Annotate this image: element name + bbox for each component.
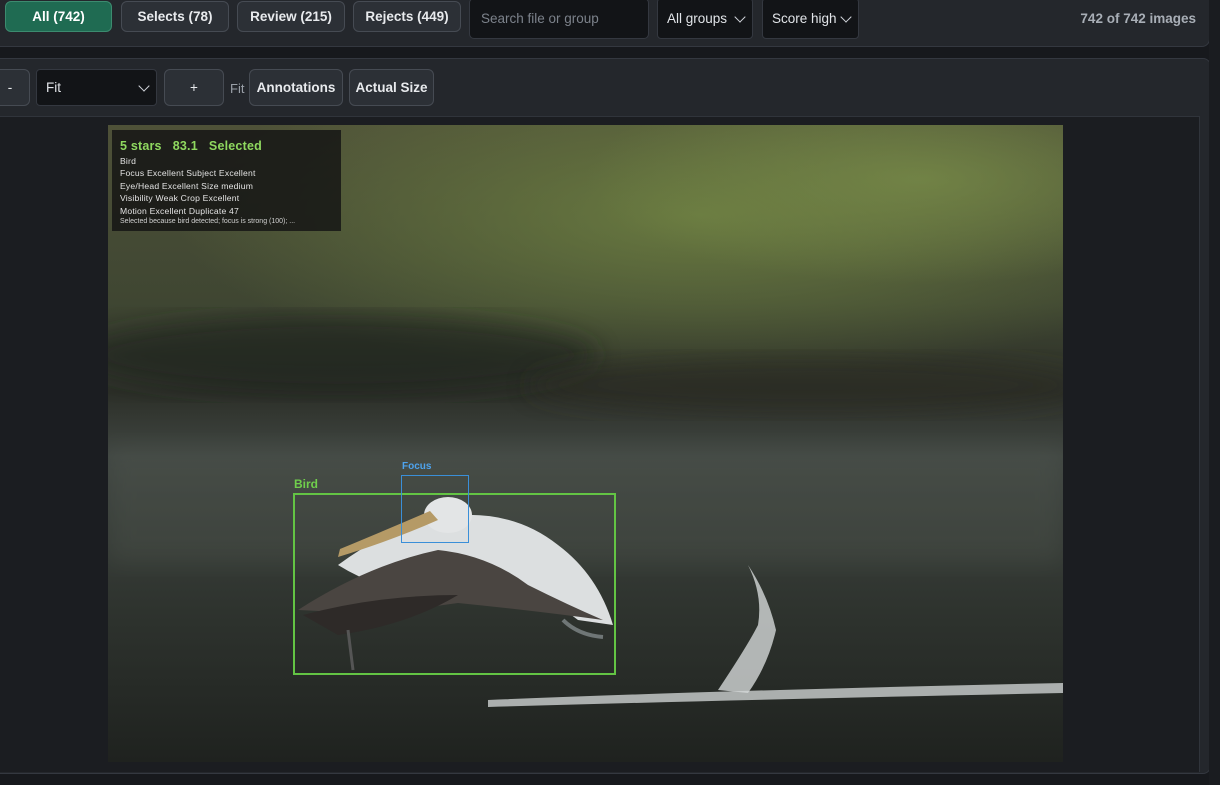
star-rating: 5 stars [120, 139, 162, 153]
actual-size-button[interactable]: Actual Size [349, 69, 434, 106]
zoom-in-button[interactable]: + [164, 69, 224, 106]
scrollbar[interactable] [1209, 0, 1220, 785]
zoom-state-label: Fit [230, 81, 245, 96]
sort-select-value: Score high [772, 11, 837, 26]
zoom-select[interactable]: Fit [36, 69, 157, 106]
tab-rejects[interactable]: Rejects (449) [353, 1, 461, 32]
zoom-out-button[interactable]: - [0, 69, 30, 106]
chevron-down-icon [840, 11, 852, 23]
tab-review[interactable]: Review (215) [237, 1, 345, 32]
eye-line: Eye/Head Excellent Size medium [120, 181, 254, 191]
status-badge: Selected [208, 139, 262, 153]
sort-select[interactable]: Score high [762, 0, 859, 39]
focus-box-label: Focus [402, 461, 432, 472]
chevron-down-icon [138, 80, 150, 92]
subject-line: Bird [120, 156, 137, 166]
photo[interactable]: 5 stars 83.1 Selected Bird Focus Excelle… [108, 125, 1063, 762]
focus-bounding-box [401, 475, 469, 543]
tab-all[interactable]: All (742) [5, 1, 112, 32]
search-input[interactable]: Search file or group [469, 0, 649, 39]
tab-selects[interactable]: Selects (78) [121, 1, 229, 32]
score-value: 83.1 [172, 139, 198, 153]
motion-line: Motion Excellent Duplicate 47 [120, 206, 240, 216]
focus-line: Focus Excellent Subject Excellent [120, 168, 256, 178]
annotations-button[interactable]: Annotations [249, 69, 343, 106]
selection-reason: Selected because bird detected; focus is… [120, 218, 296, 225]
group-select[interactable]: All groups [657, 0, 753, 39]
visibility-line: Visibility Weak Crop Excellent [120, 193, 240, 203]
annotation-summary: 5 stars 83.1 Selected Bird Focus Excelle… [112, 130, 341, 231]
chevron-down-icon [734, 11, 746, 23]
bird-box-label: Bird [294, 477, 318, 491]
image-count: 742 of 742 images [1080, 11, 1196, 26]
zoom-select-value: Fit [46, 80, 61, 95]
summary-header: 5 stars 83.1 Selected [120, 139, 262, 153]
group-select-value: All groups [667, 11, 728, 26]
